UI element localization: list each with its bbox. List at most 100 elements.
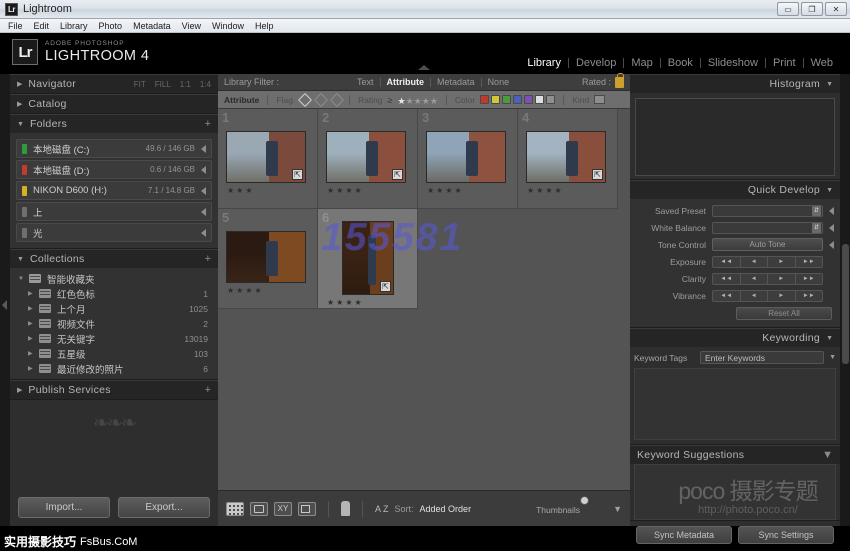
- navigator-zoom-fit[interactable]: FIT: [134, 80, 146, 89]
- navigator-zoom-fill[interactable]: FILL: [155, 80, 171, 89]
- cell-rating[interactable]: ★★★★: [227, 286, 264, 295]
- nudge-button-1[interactable]: ◄◄: [713, 274, 741, 284]
- menu-item-window[interactable]: Window: [212, 21, 244, 31]
- chevron-down-icon[interactable]: ▼: [18, 276, 29, 282]
- photo-thumbnail[interactable]: ⇱: [526, 131, 606, 183]
- right-panel-scrollbar[interactable]: [842, 244, 849, 364]
- nudge-button-1[interactable]: ◄◄: [713, 291, 741, 301]
- color-swatch-1[interactable]: [480, 95, 489, 104]
- collection-item[interactable]: ▶五星级103: [14, 346, 214, 361]
- catalog-header[interactable]: ▶ Catalog: [10, 94, 218, 113]
- chevron-right-icon[interactable]: ▶: [28, 365, 39, 372]
- loupe-view-icon[interactable]: [250, 502, 268, 516]
- filter-tab-attribute[interactable]: Attribute: [381, 77, 431, 87]
- module-develop[interactable]: Develop: [569, 57, 623, 69]
- color-swatch-7[interactable]: [546, 95, 555, 104]
- thumbnail-size-slider[interactable]: Thumbnails: [515, 500, 601, 518]
- collection-item[interactable]: ▶视频文件2: [14, 316, 214, 331]
- cell-rating[interactable]: ★★★★: [527, 186, 564, 195]
- keyword-suggestions-header[interactable]: Keyword Suggestions ▼: [630, 445, 840, 464]
- collection-item[interactable]: ▶最近修改的照片6: [14, 361, 214, 376]
- toolbar-options-icon[interactable]: ▼: [613, 504, 622, 514]
- nudge-button-2[interactable]: ◄: [741, 257, 769, 267]
- flag-picked-icon[interactable]: [298, 94, 309, 105]
- chevron-down-icon[interactable]: ▼: [822, 449, 833, 461]
- keyword-suggestions-area[interactable]: [634, 464, 836, 520]
- chevron-right-icon[interactable]: ▶: [28, 305, 39, 312]
- histogram-header[interactable]: Histogram ▼: [630, 74, 840, 93]
- chevron-right-icon[interactable]: ▶: [28, 320, 39, 327]
- grid-cell[interactable]: 6⇱★★★★: [318, 209, 418, 309]
- filter-star-2[interactable]: ★: [406, 96, 414, 106]
- exposure-nudge-buttons[interactable]: ◄◄◄►►►: [712, 256, 823, 268]
- keyword-input[interactable]: Enter Keywords: [700, 351, 824, 364]
- chevron-left-icon[interactable]: [201, 229, 206, 237]
- photo-thumbnail[interactable]: ⇱: [226, 131, 306, 183]
- nudge-button-4[interactable]: ►►: [796, 291, 823, 301]
- compare-view-icon[interactable]: XY: [274, 502, 292, 516]
- menu-item-help[interactable]: Help: [255, 21, 274, 31]
- grid-cell[interactable]: 3★★★★: [418, 109, 518, 209]
- saved-preset-select[interactable]: ⇵: [712, 205, 823, 217]
- cell-rating[interactable]: ★★★: [227, 186, 255, 195]
- nudge-button-3[interactable]: ►: [768, 257, 796, 267]
- grid-view-icon[interactable]: [226, 502, 244, 516]
- module-map[interactable]: Map: [624, 57, 659, 69]
- survey-view-icon[interactable]: [298, 502, 316, 516]
- filter-tab-none[interactable]: None: [482, 77, 516, 87]
- chevron-right-icon[interactable]: ▶: [28, 290, 39, 297]
- chevron-left-icon[interactable]: [201, 166, 206, 174]
- close-button[interactable]: ✕: [825, 2, 847, 16]
- sync-metadata-button[interactable]: Sync Metadata: [636, 526, 732, 544]
- grid-cell[interactable]: 5★★★★: [218, 209, 318, 309]
- collection-item[interactable]: ▶上个月1025: [14, 301, 214, 316]
- reset-all-button[interactable]: Reset All: [736, 307, 832, 320]
- photo-thumbnail[interactable]: ⇱: [342, 221, 394, 295]
- folder-row[interactable]: 上: [16, 202, 212, 221]
- chevron-right-icon[interactable]: ▶: [28, 335, 39, 342]
- filter-star-4[interactable]: ★: [422, 96, 430, 106]
- collection-root-row[interactable]: ▼智能收藏夹: [14, 271, 214, 286]
- grid-cell[interactable]: 1⇱★★★: [218, 109, 318, 209]
- chevron-down-icon[interactable]: ▼: [829, 354, 836, 361]
- quick-develop-header[interactable]: Quick Develop ▼: [630, 180, 840, 199]
- nudge-button-2[interactable]: ◄: [741, 291, 769, 301]
- menu-item-metadata[interactable]: Metadata: [133, 21, 171, 31]
- vibrance-nudge-buttons[interactable]: ◄◄◄►►►: [712, 290, 823, 302]
- cell-rating[interactable]: ★★★★: [427, 186, 464, 195]
- auto-tone-button[interactable]: Auto Tone: [712, 238, 823, 251]
- add-publish-service-icon[interactable]: +: [205, 384, 211, 396]
- module-print[interactable]: Print: [766, 57, 803, 69]
- nudge-button-2[interactable]: ◄: [741, 274, 769, 284]
- folder-row[interactable]: NIKON D600 (H:)7.1 / 14.8 GB: [16, 181, 212, 200]
- chevron-left-icon[interactable]: [201, 145, 206, 153]
- photo-thumbnail[interactable]: [426, 131, 506, 183]
- color-swatch-5[interactable]: [524, 95, 533, 104]
- slider-knob[interactable]: [580, 496, 589, 505]
- color-swatch-4[interactable]: [513, 95, 522, 104]
- publish-services-header[interactable]: ▶ Publish Services +: [10, 380, 218, 399]
- module-slideshow[interactable]: Slideshow: [701, 57, 765, 69]
- collection-item[interactable]: ▶无关键字13019: [14, 331, 214, 346]
- left-panel-edge-toggle[interactable]: [0, 74, 10, 526]
- chevron-right-icon[interactable]: ▶: [28, 350, 39, 357]
- cell-rating[interactable]: ★★★★: [327, 298, 364, 307]
- collections-header[interactable]: ▼ Collections +: [10, 249, 218, 268]
- nudge-button-1[interactable]: ◄◄: [713, 257, 741, 267]
- add-folder-icon[interactable]: +: [205, 118, 211, 130]
- folder-row[interactable]: 光: [16, 223, 212, 242]
- thumbnail-grid[interactable]: 1⇱★★★2⇱★★★★3★★★★4⇱★★★★5★★★★6⇱★★★★ 155581: [218, 109, 630, 490]
- clarity-nudge-buttons[interactable]: ◄◄◄►►►: [712, 273, 823, 285]
- keywording-header[interactable]: Keywording ▼: [630, 328, 840, 347]
- folder-row[interactable]: 本地磁盘 (D:)0.6 / 146 GB: [16, 160, 212, 179]
- white-balance-select[interactable]: ⇵: [712, 222, 823, 234]
- folder-row[interactable]: 本地磁盘 (C:)49.6 / 146 GB: [16, 139, 212, 158]
- module-library[interactable]: Library: [520, 57, 568, 69]
- chevron-left-icon[interactable]: [829, 241, 834, 249]
- filter-star-3[interactable]: ★: [414, 96, 422, 106]
- navigator-header[interactable]: ▶ Navigator FITFILL1:11:4: [10, 74, 218, 93]
- navigator-zoom-1-4[interactable]: 1:4: [200, 80, 211, 89]
- add-collection-icon[interactable]: +: [205, 253, 211, 265]
- grid-cell[interactable]: 2⇱★★★★: [318, 109, 418, 209]
- grid-cell[interactable]: 4⇱★★★★: [518, 109, 618, 209]
